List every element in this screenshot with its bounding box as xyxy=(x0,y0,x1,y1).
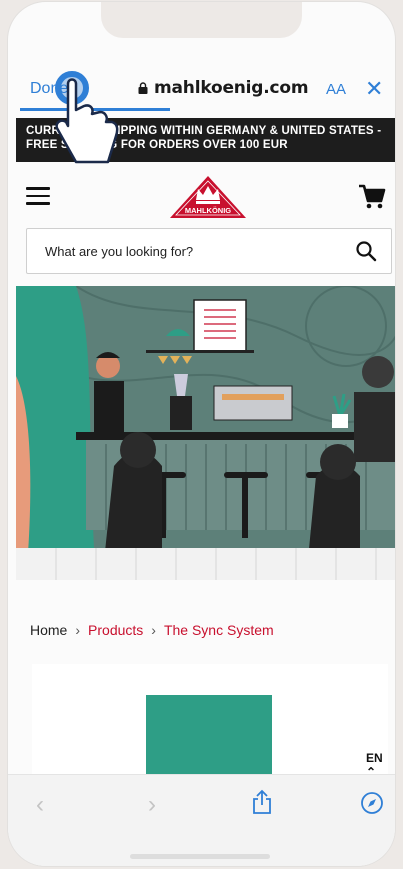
browser-bottom-toolbar: ‹ › xyxy=(8,774,395,866)
breadcrumb-separator-icon: › xyxy=(151,622,156,638)
browser-top-bar: Done mahlkoenig.com AA ✕ xyxy=(8,72,395,112)
cart-icon[interactable] xyxy=(358,183,386,211)
shipping-banner: CURRENTLY SHIPPING WITHIN GERMANY & UNIT… xyxy=(16,118,395,162)
load-progress-bar xyxy=(20,108,170,111)
notch xyxy=(101,2,302,38)
breadcrumb-separator-icon: › xyxy=(75,622,81,638)
search-icon[interactable] xyxy=(355,240,377,262)
breadcrumb-current[interactable]: The Sync System xyxy=(164,622,274,638)
text-size-button[interactable]: AA xyxy=(326,81,346,98)
text-size-label: AA xyxy=(326,81,347,98)
product-image[interactable] xyxy=(146,695,272,785)
hero-cafe-illustration xyxy=(16,286,395,580)
logo-text: MAHLKÖNIG xyxy=(185,206,231,215)
lock-icon xyxy=(138,82,148,94)
home-indicator xyxy=(130,854,270,859)
breadcrumb: Home › Products › The Sync System xyxy=(30,622,274,638)
search-box[interactable]: What are you looking for? xyxy=(26,228,392,274)
compass-icon[interactable] xyxy=(360,791,384,815)
url-text: mahlkoenig.com xyxy=(154,78,309,98)
mahlkoenig-logo[interactable]: MAHLKÖNIG xyxy=(168,172,248,222)
forward-icon[interactable]: › xyxy=(148,791,156,819)
breadcrumb-products[interactable]: Products xyxy=(88,622,143,638)
url-display[interactable]: mahlkoenig.com xyxy=(138,78,309,98)
done-button[interactable]: Done xyxy=(30,80,68,98)
search-input[interactable]: What are you looking for? xyxy=(45,244,193,259)
breadcrumb-home[interactable]: Home xyxy=(30,622,67,638)
back-icon[interactable]: ‹ xyxy=(36,791,44,819)
close-button[interactable]: ✕ xyxy=(365,76,383,102)
menu-icon[interactable] xyxy=(26,187,50,205)
share-icon[interactable] xyxy=(251,789,273,815)
phone-frame: Done mahlkoenig.com AA ✕ CURRENTLY SHIPP… xyxy=(8,2,395,866)
